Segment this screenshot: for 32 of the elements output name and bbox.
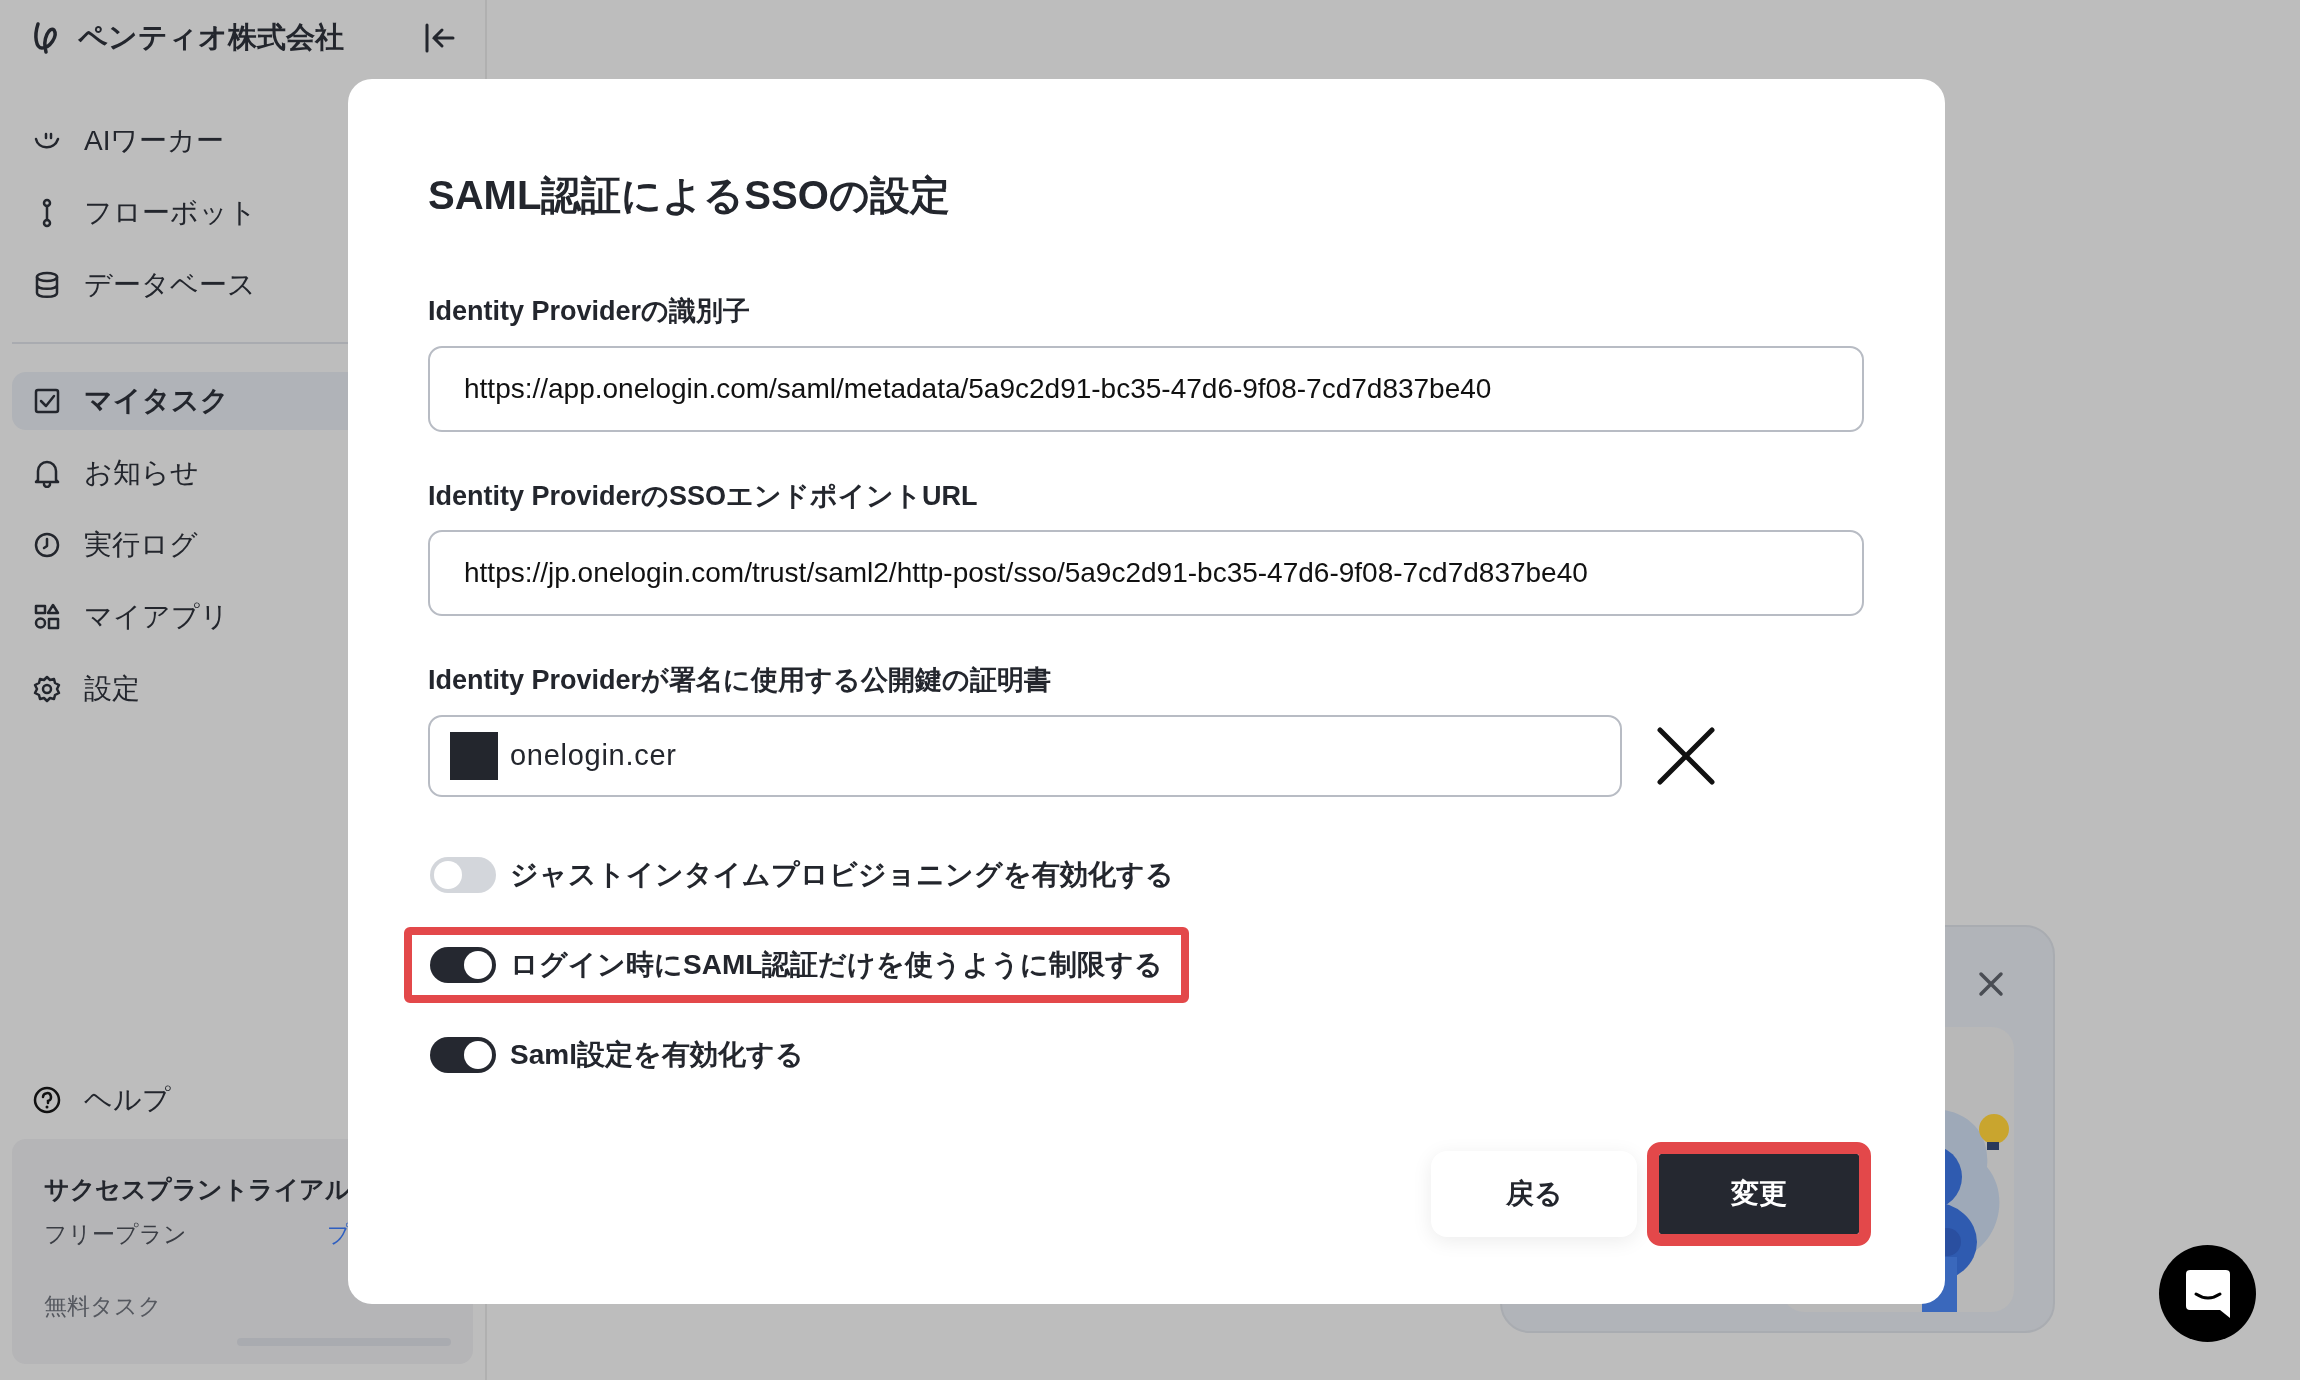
apps-icon [32, 602, 62, 632]
chat-icon [2185, 1269, 2230, 1318]
file-name: onelogin.cer [510, 737, 677, 773]
field-label: Identity Providerが署名に使用する公開鍵の証明書 [428, 664, 1053, 697]
collapse-sidebar-icon[interactable] [423, 21, 457, 55]
remove-file-icon[interactable] [1656, 725, 1716, 786]
company-name: ペンティオ株式会社 [78, 20, 344, 56]
bell-icon [32, 458, 62, 488]
toggle-label: Saml設定を有効化する [510, 1037, 804, 1072]
nav-item[interactable]: AIワーカー [12, 112, 485, 170]
toggle-switch[interactable] [430, 946, 496, 983]
dialog-title: SAML認証によるSSOの設定 [428, 172, 951, 219]
free-tasks-label: 無料タスク [44, 1292, 163, 1321]
settings-icon [32, 674, 62, 704]
toggle-switch[interactable] [430, 1036, 496, 1073]
toggle-label: ジャストインタイムプロビジョニングを有効化する [510, 857, 1174, 892]
clock-icon [32, 530, 62, 560]
help-link[interactable]: ヘルプ [84, 1079, 171, 1121]
file-field[interactable]: onelogin.cer [428, 714, 1622, 797]
back-button[interactable]: 戻る [1431, 1150, 1637, 1237]
smile-icon [32, 132, 62, 150]
checkbox-icon [32, 386, 62, 416]
plan-name: フリープラン [44, 1219, 187, 1249]
toggle-label: ログイン時にSAML認証だけを使うように制限する [510, 947, 1164, 982]
input-field[interactable]: https://jp.onelogin.com/trust/saml2/http-post/sso/5a9c2d91-bc35-47d6-9f08-7cd7d837be40 [428, 530, 1864, 616]
toggle-switch[interactable] [430, 856, 496, 893]
field-label: Identity Providerの識別子 [428, 295, 752, 328]
field-label: Identity ProviderのSSOエンドポイントURL [428, 479, 979, 513]
plan-title: サクセスプラントライアル [44, 1174, 351, 1205]
help-icon[interactable] [32, 1085, 62, 1115]
input-field[interactable]: https://app.onelogin.com/saml/metadata/5a9c2d91-bc35-47d6-9f08-7cd7d837be40 [428, 345, 1864, 432]
close-icon[interactable] [1978, 971, 2004, 997]
